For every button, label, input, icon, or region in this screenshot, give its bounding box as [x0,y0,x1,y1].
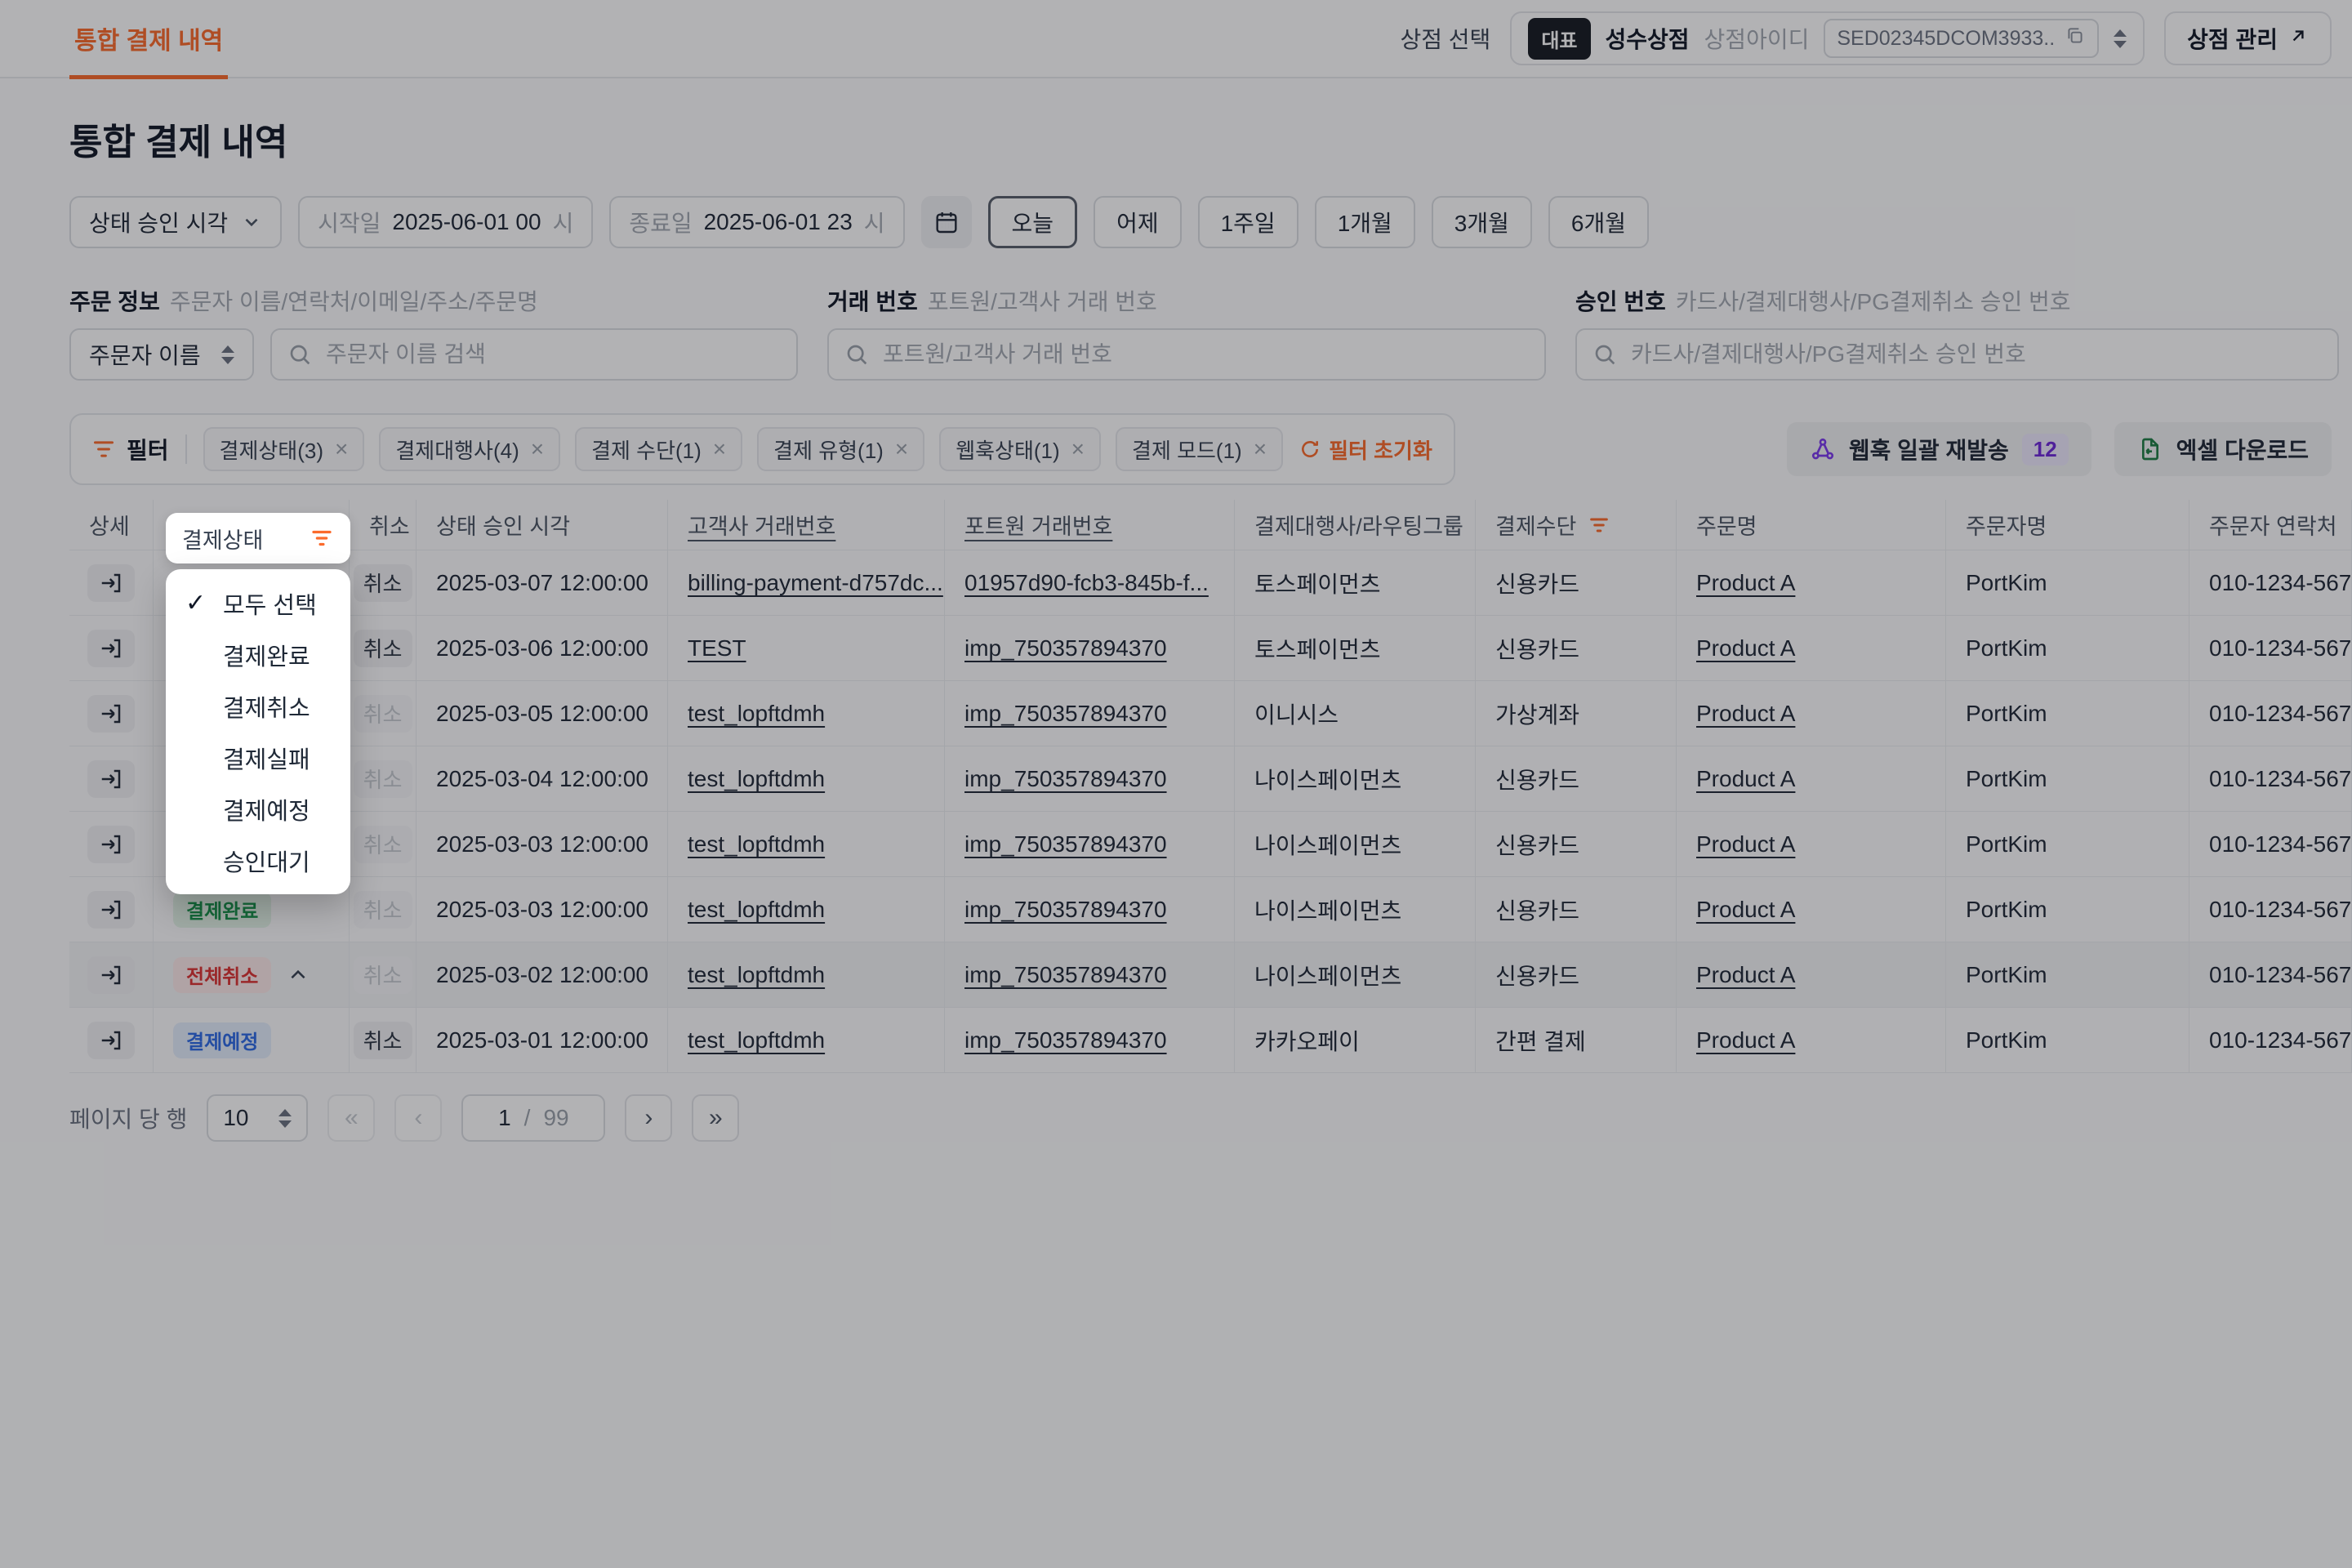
integrated-payments-page: 통합 결제 내역 상점 선택 대표 성수상점 상점아이디 SED02345DCO… [0,0,2352,1568]
status-filter-option-label: 모두 선택 [223,586,317,621]
status-filter-option[interactable]: 결제취소 [166,680,350,732]
status-filter-option[interactable]: 승인대기 [166,835,350,886]
check-icon: ✓ [185,589,206,617]
status-filter-option[interactable]: ✓ 모두 선택 [166,577,350,629]
status-column-label: 결제상태 [182,523,263,555]
dim-overlay [0,0,2352,1568]
status-column-filter-cell[interactable]: 결제상태 [166,513,350,564]
status-filter-option-label: 결제취소 [223,689,310,724]
status-filter-option-label: 결제실패 [223,741,310,775]
status-filter-option[interactable]: 결제완료 [166,629,350,680]
filter-funnel-icon [310,526,334,550]
status-filter-option[interactable]: 결제실패 [166,732,350,783]
status-filter-option-label: 승인대기 [223,844,310,878]
status-filter-option-label: 결제완료 [223,638,310,672]
status-filter-option[interactable]: 결제예정 [166,783,350,835]
status-filter-option-label: 결제예정 [223,792,310,826]
status-filter-dropdown: ✓ 모두 선택결제완료결제취소결제실패결제예정승인대기 [166,569,350,894]
